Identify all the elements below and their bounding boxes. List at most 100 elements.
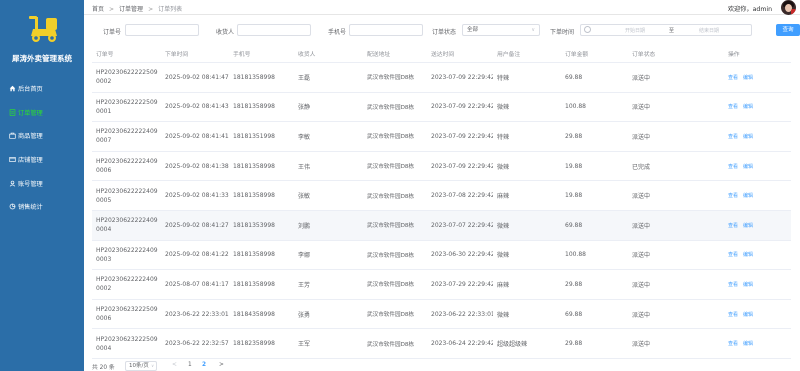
edit-button[interactable]: 编辑 xyxy=(743,193,753,199)
table-row[interactable]: HP20230622222409 0006 2025-09-02 08:41:38… xyxy=(92,152,791,182)
cell-address: 武汉市软件园D8栋 xyxy=(367,252,415,259)
query-button[interactable]: 查询 xyxy=(776,24,800,36)
receiver-input[interactable] xyxy=(237,24,311,36)
view-button[interactable]: 查看 xyxy=(728,282,738,288)
cell-actions: 查看 编辑 xyxy=(692,311,791,318)
cell-address: 武汉市软件园D8栋 xyxy=(367,193,415,200)
phone-label: 手机号 xyxy=(328,29,347,36)
cell-order-time: 2025-09-02 08:41:38 xyxy=(165,162,229,170)
table-row[interactable]: HP20230622222509 0002 2025-09-02 08:41:47… xyxy=(92,63,791,93)
cell-actions: 查看 编辑 xyxy=(692,163,791,170)
status-select[interactable]: 全部 ∨ xyxy=(462,24,540,36)
cell-status: 派送中 xyxy=(632,74,651,82)
avatar[interactable] xyxy=(781,0,796,15)
cell-status: 派送中 xyxy=(632,311,651,319)
sidebar-item-label: 店铺管理 xyxy=(18,157,43,165)
status-select-value: 全部 xyxy=(467,27,479,33)
edit-button[interactable]: 编辑 xyxy=(743,134,753,140)
cell-order-time: 2025-09-02 08:41:41 xyxy=(165,132,229,140)
edit-button[interactable]: 编辑 xyxy=(743,282,753,288)
sidebar-item-stats[interactable]: 销售统计 xyxy=(0,195,84,219)
sidebar-item-orders[interactable]: 订单管理 xyxy=(0,101,84,125)
cell-order-no: HP20230623222509 0006 xyxy=(96,306,158,323)
table-row[interactable]: HP20230622222409 0004 2025-09-02 08:41:27… xyxy=(92,210,791,241)
sidebar-item-account[interactable]: 账号管理 xyxy=(0,171,84,195)
edit-button[interactable]: 编辑 xyxy=(743,164,753,170)
date-range-picker[interactable]: 开始日期 至 结束日期 xyxy=(580,24,752,36)
cell-remark: 微辣 xyxy=(497,252,510,260)
edit-button[interactable]: 编辑 xyxy=(743,341,753,347)
cell-receiver: 王芳 xyxy=(298,281,311,289)
cell-actions: 查看 编辑 xyxy=(692,192,791,199)
table-row[interactable]: HP20230622222409 0005 2025-09-02 08:41:33… xyxy=(92,181,791,211)
cell-remark: 特辣 xyxy=(497,133,510,141)
cell-delivery-time: 2023-06-24 22:29:42 xyxy=(431,340,493,348)
order-no-input[interactable] xyxy=(125,24,199,36)
chevron-down-icon: ∨ xyxy=(531,27,535,33)
sidebar-item-label: 后台首页 xyxy=(18,86,43,94)
table-row[interactable]: HP20230622222409 0003 2025-09-02 08:41:22… xyxy=(92,241,791,271)
clock-icon xyxy=(584,26,591,33)
sidebar-item-home[interactable]: 后台首页 xyxy=(0,77,84,101)
sidebar-item-shop[interactable]: 店铺管理 xyxy=(0,148,84,172)
cell-phone: 18181358998 xyxy=(233,73,275,81)
cell-actions: 查看 编辑 xyxy=(692,281,791,288)
cell-address: 武汉市软件园D8栋 xyxy=(367,223,415,230)
pagination: 共 20 条 10条/页 ∨ < 1 2 > xyxy=(92,361,392,371)
cell-order-time: 2023-06-22 22:32:57 xyxy=(165,340,229,348)
prev-page-button[interactable]: < xyxy=(172,362,177,368)
cell-amount: 69.88 xyxy=(565,73,583,81)
page-size-select[interactable]: 10条/页 ∨ xyxy=(125,361,157,371)
page-size-value: 10条/页 xyxy=(129,363,149,369)
view-button[interactable]: 查看 xyxy=(728,75,738,81)
table-row[interactable]: HP20230623222509 0006 2023-06-22 22:33:01… xyxy=(92,300,791,330)
next-page-button[interactable]: > xyxy=(219,362,224,368)
edit-button[interactable]: 编辑 xyxy=(743,252,753,258)
cell-phone: 18181353998 xyxy=(233,221,275,229)
cell-amount: 69.88 xyxy=(565,221,583,229)
cell-delivery-time: 2023-07-09 22:29:42 xyxy=(431,103,493,111)
end-date-placeholder: 结束日期 xyxy=(699,28,720,34)
view-button[interactable]: 查看 xyxy=(728,341,738,347)
table-row[interactable]: HP20230622222509 0001 2025-09-02 08:41:43… xyxy=(92,93,791,123)
table-row[interactable]: HP20230623222509 0004 2023-06-22 22:32:57… xyxy=(92,329,791,359)
vertical-scrollbar[interactable] xyxy=(793,47,798,371)
cell-status: 派送中 xyxy=(632,193,651,201)
view-button[interactable]: 查看 xyxy=(728,164,738,170)
view-button[interactable]: 查看 xyxy=(728,104,738,110)
view-button[interactable]: 查看 xyxy=(728,193,738,199)
edit-button[interactable]: 编辑 xyxy=(743,312,753,318)
cell-phone: 18181358998 xyxy=(233,103,275,111)
view-button[interactable]: 查看 xyxy=(728,223,738,229)
cell-order-no: HP20230622222409 0003 xyxy=(96,246,158,263)
scooter-logo-icon xyxy=(29,16,57,42)
cell-remark: 微辣 xyxy=(497,311,510,319)
table-row[interactable]: HP20230622222409 0007 2025-09-02 08:41:41… xyxy=(92,122,791,152)
breadcrumb-current: 订单列表 xyxy=(158,6,183,13)
phone-input[interactable] xyxy=(349,24,423,36)
edit-button[interactable]: 编辑 xyxy=(743,223,753,229)
table-row[interactable]: HP20230622222409 0002 2025-08-07 08:41:17… xyxy=(92,270,791,300)
view-button[interactable]: 查看 xyxy=(728,312,738,318)
edit-button[interactable]: 编辑 xyxy=(743,104,753,110)
cell-order-time: 2023-06-22 22:33:01 xyxy=(165,310,229,318)
breadcrumb-orders[interactable]: 订单管理 xyxy=(119,6,143,13)
edit-button[interactable]: 编辑 xyxy=(743,75,753,81)
view-button[interactable]: 查看 xyxy=(728,252,738,258)
order-no-label: 订单号 xyxy=(103,29,122,36)
topbar: 首页 > 订单管理 > 订单列表 欢迎你，admin xyxy=(84,0,800,15)
cell-status: 派送中 xyxy=(632,252,651,260)
col-status: 订单状态 xyxy=(632,52,656,58)
page-1-button[interactable]: 1 xyxy=(188,362,192,368)
cell-amount: 69.88 xyxy=(565,310,583,318)
view-button[interactable]: 查看 xyxy=(728,134,738,140)
cell-phone: 18181358998 xyxy=(233,162,275,170)
page-2-button[interactable]: 2 xyxy=(202,362,206,368)
cell-order-no: HP20230622222509 0002 xyxy=(96,69,158,86)
cell-remark: 麻辣 xyxy=(497,193,510,201)
sidebar-item-goods[interactable]: 商品管理 xyxy=(0,124,84,148)
col-address: 配送地址 xyxy=(367,52,391,58)
cell-actions: 查看 编辑 xyxy=(692,340,791,347)
cell-address: 武汉市软件园D8栋 xyxy=(367,75,415,82)
breadcrumb-home[interactable]: 首页 xyxy=(92,6,104,13)
